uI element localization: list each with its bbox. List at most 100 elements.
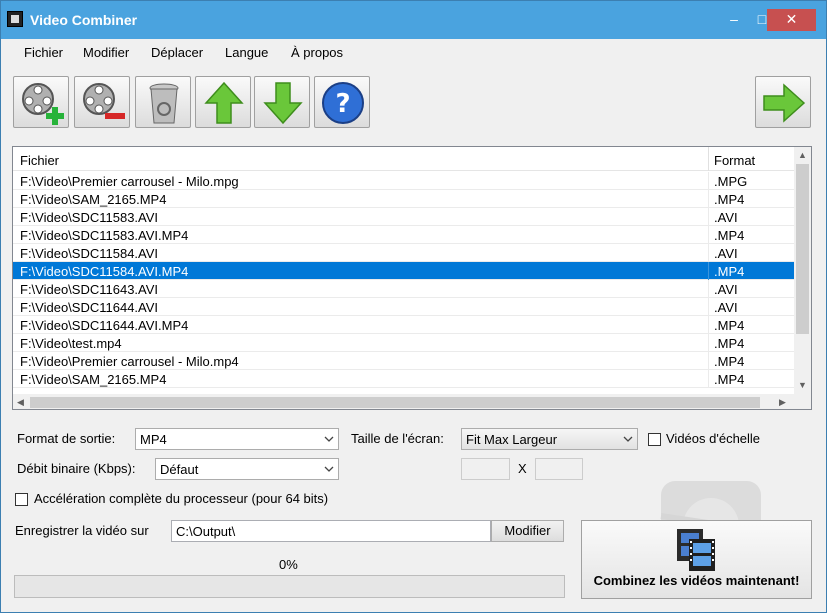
scroll-down-icon[interactable]: ▼ bbox=[798, 380, 807, 390]
column-header-file[interactable]: Fichier bbox=[20, 153, 59, 168]
window-title: Video Combiner bbox=[30, 12, 138, 28]
list-item[interactable]: F:\Video\SDC11644.AVI .AVI bbox=[13, 298, 794, 316]
format-cell: .AVI bbox=[714, 300, 738, 315]
height-input[interactable] bbox=[535, 458, 583, 480]
list-rows: F:\Video\Premier carrousel - Milo.mpg .MP… bbox=[13, 172, 794, 394]
svg-text:?: ? bbox=[335, 89, 350, 119]
close-button[interactable]: ✕ bbox=[767, 9, 816, 31]
arrow-down-icon bbox=[263, 82, 303, 125]
screen-size-label: Taille de l'écran: bbox=[351, 431, 444, 446]
file-path-cell: F:\Video\SDC11644.AVI.MP4 bbox=[20, 318, 189, 333]
width-input[interactable] bbox=[461, 458, 510, 480]
clear-list-button[interactable] bbox=[135, 76, 191, 128]
format-cell: .AVI bbox=[714, 246, 738, 261]
scroll-right-icon[interactable]: ▶ bbox=[779, 397, 786, 408]
file-path-cell: F:\Video\SDC11643.AVI bbox=[20, 282, 159, 297]
remove-video-icon bbox=[83, 83, 125, 119]
format-cell: .MPG bbox=[714, 174, 748, 189]
trash-icon bbox=[149, 83, 179, 124]
output-format-label: Format de sortie: bbox=[17, 431, 116, 446]
file-path-cell: F:\Video\test.mp4 bbox=[20, 336, 122, 351]
scroll-up-icon[interactable]: ▲ bbox=[798, 150, 807, 160]
bitrate-value: Défaut bbox=[160, 462, 199, 477]
menu-a-propos[interactable]: À propos bbox=[291, 45, 343, 60]
format-cell: .MP4 bbox=[714, 354, 745, 369]
list-item[interactable]: F:\Video\SAM_2165.MP4 .MP4 bbox=[13, 190, 794, 208]
progress-text: 0% bbox=[279, 557, 298, 572]
list-item[interactable]: F:\Video\test.mp4 .MP4 bbox=[13, 334, 794, 352]
chevron-down-icon bbox=[324, 466, 334, 472]
combine-button-label: Combinez les vidéos maintenant! bbox=[593, 573, 800, 588]
list-item[interactable]: F:\Video\SAM_2165.MP4 .MP4 bbox=[13, 370, 794, 388]
list-item[interactable]: F:\Video\SDC11583.AVI.MP4 .MP4 bbox=[13, 226, 794, 244]
menu-langue[interactable]: Langue bbox=[225, 45, 268, 60]
list-item[interactable]: F:\Video\Premier carrousel - Milo.mpg .MP… bbox=[13, 172, 794, 190]
list-item[interactable]: F:\Video\SDC11584.AVI.MP4 .MP4 bbox=[13, 262, 794, 280]
file-path-cell: F:\Video\SDC11583.AVI.MP4 bbox=[20, 228, 189, 243]
help-button[interactable]: ? bbox=[314, 76, 370, 128]
next-step-button[interactable] bbox=[755, 76, 811, 128]
combine-videos-button[interactable]: Combinez les vidéos maintenant! bbox=[581, 520, 812, 599]
list-item[interactable]: F:\Video\SDC11584.AVI .AVI bbox=[13, 244, 794, 262]
progress-bar bbox=[14, 575, 565, 598]
remove-video-button[interactable] bbox=[74, 76, 130, 128]
film-strip-icon bbox=[677, 529, 715, 571]
cpu-accel-label: Accélération complète du processeur (pou… bbox=[34, 491, 329, 506]
menu-bar: Fichier Modifier Déplacer Langue À propo… bbox=[2, 39, 825, 65]
output-format-value: MP4 bbox=[140, 432, 167, 447]
format-cell: .MP4 bbox=[714, 318, 745, 333]
format-cell: .MP4 bbox=[714, 336, 745, 351]
column-header-format[interactable]: Format bbox=[714, 153, 755, 168]
add-video-button[interactable] bbox=[13, 76, 69, 128]
format-cell: .AVI bbox=[714, 282, 738, 297]
arrow-right-icon bbox=[763, 83, 806, 123]
menu-fichier[interactable]: Fichier bbox=[24, 45, 63, 60]
size-separator: X bbox=[518, 461, 527, 476]
vertical-scrollbar[interactable]: ▲ ▼ bbox=[794, 147, 811, 394]
chevron-down-icon bbox=[623, 436, 633, 442]
title-bar[interactable]: Video Combiner – □ ✕ bbox=[1, 1, 826, 39]
video-file-list[interactable]: Fichier Format F:\Video\Premier carrouse… bbox=[12, 146, 812, 410]
file-path-cell: F:\Video\Premier carrousel - Milo.mp4 bbox=[20, 354, 239, 369]
file-path-cell: F:\Video\SAM_2165.MP4 bbox=[20, 192, 167, 207]
file-path-cell: F:\Video\SDC11584.AVI.MP4 bbox=[20, 264, 189, 279]
save-to-label: Enregistrer la vidéo sur bbox=[15, 523, 149, 538]
screen-size-select[interactable]: Fit Max Largeur bbox=[461, 428, 638, 450]
scale-videos-checkbox[interactable] bbox=[648, 433, 661, 446]
arrow-up-icon bbox=[204, 81, 244, 124]
list-header: Fichier Format bbox=[13, 147, 794, 171]
app-film-icon bbox=[7, 11, 23, 27]
cpu-accel-checkbox[interactable] bbox=[15, 493, 28, 506]
screen-size-value: Fit Max Largeur bbox=[466, 432, 558, 447]
list-item[interactable]: F:\Video\SDC11583.AVI .AVI bbox=[13, 208, 794, 226]
list-item[interactable]: F:\Video\SDC11644.AVI.MP4 .MP4 bbox=[13, 316, 794, 334]
move-up-button[interactable] bbox=[195, 76, 251, 128]
move-down-button[interactable] bbox=[254, 76, 310, 128]
menu-deplacer[interactable]: Déplacer bbox=[151, 45, 203, 60]
menu-modifier[interactable]: Modifier bbox=[83, 45, 129, 60]
file-path-cell: F:\Video\SDC11644.AVI bbox=[20, 300, 159, 315]
modify-path-button[interactable]: Modifier bbox=[491, 520, 564, 542]
file-path-cell: F:\Video\SDC11583.AVI bbox=[20, 210, 159, 225]
format-cell: .MP4 bbox=[714, 264, 745, 279]
output-format-select[interactable]: MP4 bbox=[135, 428, 339, 450]
bitrate-label: Débit binaire (Kbps): bbox=[17, 461, 136, 476]
app-window: Video Combiner – □ ✕ Fichier Modifier Dé… bbox=[0, 0, 827, 613]
save-path-input[interactable]: C:\Output\ bbox=[171, 520, 491, 542]
bitrate-select[interactable]: Défaut bbox=[155, 458, 339, 480]
list-item[interactable]: F:\Video\Premier carrousel - Milo.mp4 .MP… bbox=[13, 352, 794, 370]
file-path-cell: F:\Video\SAM_2165.MP4 bbox=[20, 372, 167, 387]
format-cell: .MP4 bbox=[714, 192, 745, 207]
toolbar: ? bbox=[2, 65, 825, 137]
horizontal-scroll-thumb[interactable] bbox=[30, 397, 760, 408]
format-cell: .AVI bbox=[714, 210, 738, 225]
format-cell: .MP4 bbox=[714, 228, 745, 243]
list-item[interactable]: F:\Video\SDC11643.AVI .AVI bbox=[13, 280, 794, 298]
add-video-icon bbox=[22, 83, 64, 125]
help-icon: ? bbox=[322, 82, 364, 124]
minimize-button[interactable]: – bbox=[719, 1, 749, 39]
scroll-left-icon[interactable]: ◀ bbox=[17, 397, 24, 408]
vertical-scroll-thumb[interactable] bbox=[796, 164, 809, 334]
horizontal-scrollbar[interactable]: ◀ ▶ bbox=[13, 394, 794, 409]
format-cell: .MP4 bbox=[714, 372, 745, 387]
